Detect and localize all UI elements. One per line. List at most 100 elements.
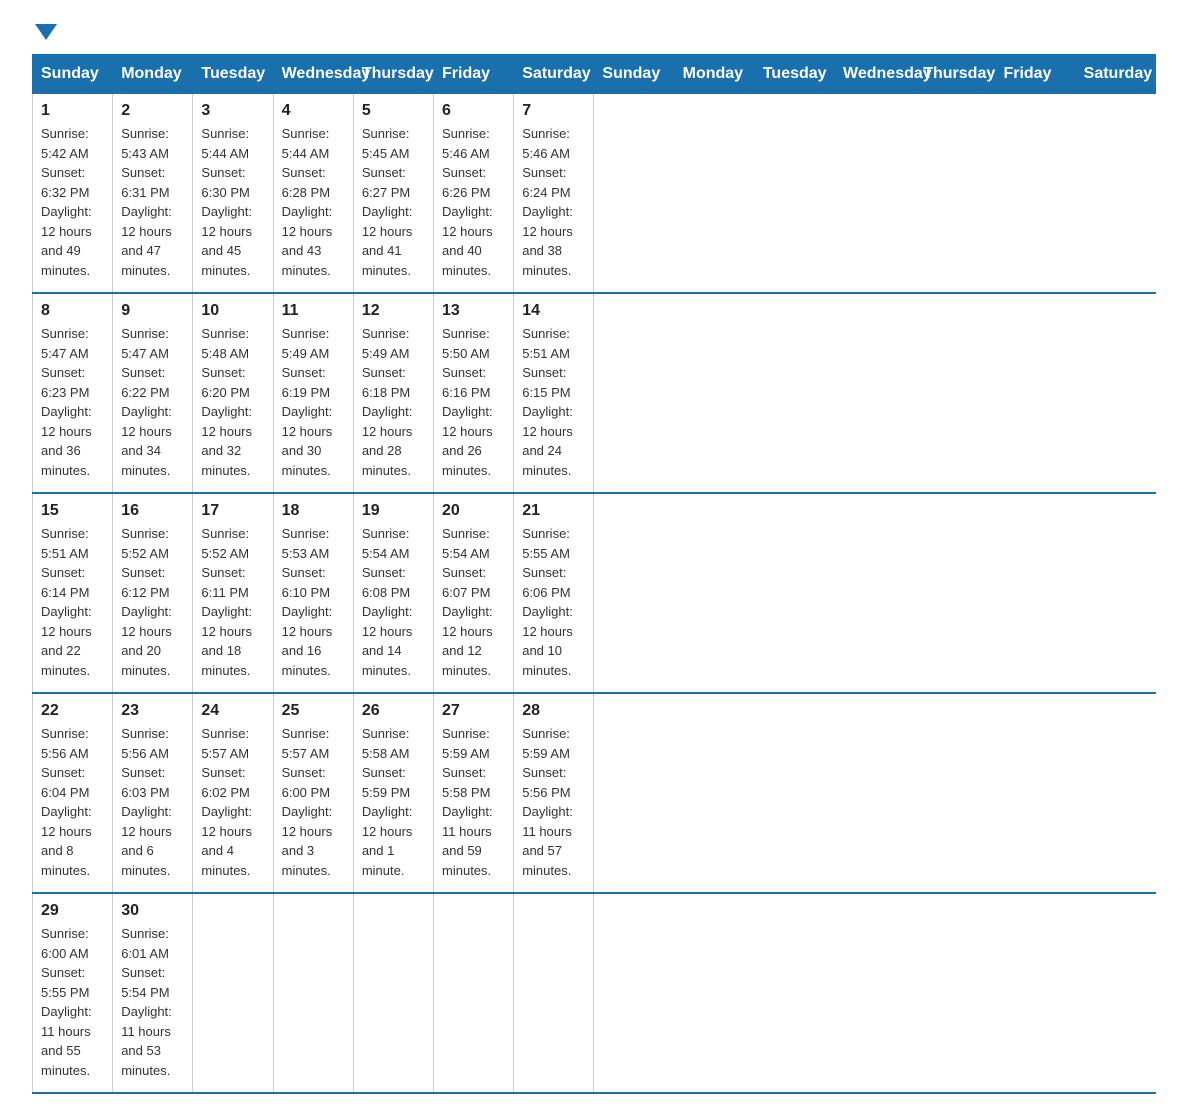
calendar-cell: 1 Sunrise: 5:42 AMSunset: 6:32 PMDayligh… xyxy=(33,94,113,294)
day-info: Sunrise: 6:01 AMSunset: 5:54 PMDaylight:… xyxy=(121,924,184,1080)
col-header-saturday: Saturday xyxy=(514,55,594,94)
col-header-tuesday: Tuesday xyxy=(754,55,834,94)
calendar-cell: 11 Sunrise: 5:49 AMSunset: 6:19 PMDaylig… xyxy=(273,293,353,493)
calendar-cell: 9 Sunrise: 5:47 AMSunset: 6:22 PMDayligh… xyxy=(113,293,193,493)
day-info: Sunrise: 5:56 AMSunset: 6:04 PMDaylight:… xyxy=(41,724,104,880)
calendar-cell: 29 Sunrise: 6:00 AMSunset: 5:55 PMDaylig… xyxy=(33,893,113,1093)
day-info: Sunrise: 5:44 AMSunset: 6:30 PMDaylight:… xyxy=(201,124,264,280)
calendar-cell: 2 Sunrise: 5:43 AMSunset: 6:31 PMDayligh… xyxy=(113,94,193,294)
calendar-cell: 21 Sunrise: 5:55 AMSunset: 6:06 PMDaylig… xyxy=(514,493,594,693)
day-number: 1 xyxy=(41,102,104,120)
col-header-thursday: Thursday xyxy=(915,55,995,94)
day-number: 30 xyxy=(121,902,184,920)
col-header-monday: Monday xyxy=(674,55,754,94)
day-number: 23 xyxy=(121,702,184,720)
day-number: 22 xyxy=(41,702,104,720)
col-header-wednesday: Wednesday xyxy=(835,55,915,94)
calendar-week-row: 29 Sunrise: 6:00 AMSunset: 5:55 PMDaylig… xyxy=(33,893,1156,1093)
logo xyxy=(32,24,57,38)
calendar-cell: 12 Sunrise: 5:49 AMSunset: 6:18 PMDaylig… xyxy=(353,293,433,493)
calendar-cell xyxy=(193,893,273,1093)
calendar-cell: 5 Sunrise: 5:45 AMSunset: 6:27 PMDayligh… xyxy=(353,94,433,294)
day-number: 5 xyxy=(362,102,425,120)
calendar-cell: 8 Sunrise: 5:47 AMSunset: 6:23 PMDayligh… xyxy=(33,293,113,493)
day-info: Sunrise: 5:49 AMSunset: 6:18 PMDaylight:… xyxy=(362,324,425,480)
day-number: 16 xyxy=(121,502,184,520)
day-number: 9 xyxy=(121,302,184,320)
calendar-cell: 26 Sunrise: 5:58 AMSunset: 5:59 PMDaylig… xyxy=(353,693,433,893)
logo-triangle-icon xyxy=(35,24,57,40)
day-info: Sunrise: 5:46 AMSunset: 6:24 PMDaylight:… xyxy=(522,124,585,280)
day-info: Sunrise: 5:58 AMSunset: 5:59 PMDaylight:… xyxy=(362,724,425,880)
day-number: 21 xyxy=(522,502,585,520)
day-info: Sunrise: 5:54 AMSunset: 6:07 PMDaylight:… xyxy=(442,524,505,680)
col-header-thursday: Thursday xyxy=(353,55,433,94)
day-info: Sunrise: 5:46 AMSunset: 6:26 PMDaylight:… xyxy=(442,124,505,280)
calendar-cell xyxy=(273,893,353,1093)
day-info: Sunrise: 5:42 AMSunset: 6:32 PMDaylight:… xyxy=(41,124,104,280)
day-info: Sunrise: 5:57 AMSunset: 6:00 PMDaylight:… xyxy=(282,724,345,880)
day-number: 17 xyxy=(201,502,264,520)
calendar-cell: 13 Sunrise: 5:50 AMSunset: 6:16 PMDaylig… xyxy=(434,293,514,493)
day-info: Sunrise: 5:47 AMSunset: 6:22 PMDaylight:… xyxy=(121,324,184,480)
col-header-wednesday: Wednesday xyxy=(273,55,353,94)
day-info: Sunrise: 5:59 AMSunset: 5:58 PMDaylight:… xyxy=(442,724,505,880)
calendar-cell: 19 Sunrise: 5:54 AMSunset: 6:08 PMDaylig… xyxy=(353,493,433,693)
day-number: 11 xyxy=(282,302,345,320)
col-header-sunday: Sunday xyxy=(594,55,674,94)
day-info: Sunrise: 5:55 AMSunset: 6:06 PMDaylight:… xyxy=(522,524,585,680)
day-info: Sunrise: 5:53 AMSunset: 6:10 PMDaylight:… xyxy=(282,524,345,680)
calendar-cell: 10 Sunrise: 5:48 AMSunset: 6:20 PMDaylig… xyxy=(193,293,273,493)
page-header xyxy=(32,24,1156,38)
calendar-week-row: 15 Sunrise: 5:51 AMSunset: 6:14 PMDaylig… xyxy=(33,493,1156,693)
calendar-cell: 17 Sunrise: 5:52 AMSunset: 6:11 PMDaylig… xyxy=(193,493,273,693)
calendar-cell: 7 Sunrise: 5:46 AMSunset: 6:24 PMDayligh… xyxy=(514,94,594,294)
day-info: Sunrise: 5:51 AMSunset: 6:15 PMDaylight:… xyxy=(522,324,585,480)
day-info: Sunrise: 5:49 AMSunset: 6:19 PMDaylight:… xyxy=(282,324,345,480)
calendar-cell: 15 Sunrise: 5:51 AMSunset: 6:14 PMDaylig… xyxy=(33,493,113,693)
day-number: 24 xyxy=(201,702,264,720)
day-number: 27 xyxy=(442,702,505,720)
day-number: 10 xyxy=(201,302,264,320)
col-header-sunday: Sunday xyxy=(33,55,113,94)
calendar-cell: 24 Sunrise: 5:57 AMSunset: 6:02 PMDaylig… xyxy=(193,693,273,893)
col-header-monday: Monday xyxy=(113,55,193,94)
day-number: 14 xyxy=(522,302,585,320)
calendar-cell: 30 Sunrise: 6:01 AMSunset: 5:54 PMDaylig… xyxy=(113,893,193,1093)
calendar-cell: 4 Sunrise: 5:44 AMSunset: 6:28 PMDayligh… xyxy=(273,94,353,294)
calendar-cell xyxy=(514,893,594,1093)
day-number: 2 xyxy=(121,102,184,120)
day-info: Sunrise: 5:57 AMSunset: 6:02 PMDaylight:… xyxy=(201,724,264,880)
day-info: Sunrise: 5:50 AMSunset: 6:16 PMDaylight:… xyxy=(442,324,505,480)
calendar-cell: 14 Sunrise: 5:51 AMSunset: 6:15 PMDaylig… xyxy=(514,293,594,493)
calendar-cell: 25 Sunrise: 5:57 AMSunset: 6:00 PMDaylig… xyxy=(273,693,353,893)
day-info: Sunrise: 5:45 AMSunset: 6:27 PMDaylight:… xyxy=(362,124,425,280)
day-number: 4 xyxy=(282,102,345,120)
col-header-tuesday: Tuesday xyxy=(193,55,273,94)
calendar-cell: 20 Sunrise: 5:54 AMSunset: 6:07 PMDaylig… xyxy=(434,493,514,693)
day-info: Sunrise: 5:43 AMSunset: 6:31 PMDaylight:… xyxy=(121,124,184,280)
day-number: 3 xyxy=(201,102,264,120)
day-info: Sunrise: 5:52 AMSunset: 6:12 PMDaylight:… xyxy=(121,524,184,680)
day-number: 18 xyxy=(282,502,345,520)
calendar-cell: 23 Sunrise: 5:56 AMSunset: 6:03 PMDaylig… xyxy=(113,693,193,893)
col-header-friday: Friday xyxy=(995,55,1075,94)
day-number: 12 xyxy=(362,302,425,320)
calendar-cell xyxy=(353,893,433,1093)
calendar-table: SundayMondayTuesdayWednesdayThursdayFrid… xyxy=(32,54,1156,1094)
day-info: Sunrise: 5:54 AMSunset: 6:08 PMDaylight:… xyxy=(362,524,425,680)
day-number: 25 xyxy=(282,702,345,720)
calendar-cell: 6 Sunrise: 5:46 AMSunset: 6:26 PMDayligh… xyxy=(434,94,514,294)
calendar-week-row: 1 Sunrise: 5:42 AMSunset: 6:32 PMDayligh… xyxy=(33,94,1156,294)
calendar-cell xyxy=(434,893,514,1093)
day-number: 26 xyxy=(362,702,425,720)
day-number: 13 xyxy=(442,302,505,320)
day-number: 19 xyxy=(362,502,425,520)
day-info: Sunrise: 5:51 AMSunset: 6:14 PMDaylight:… xyxy=(41,524,104,680)
calendar-week-row: 8 Sunrise: 5:47 AMSunset: 6:23 PMDayligh… xyxy=(33,293,1156,493)
day-info: Sunrise: 5:44 AMSunset: 6:28 PMDaylight:… xyxy=(282,124,345,280)
day-number: 15 xyxy=(41,502,104,520)
calendar-week-row: 22 Sunrise: 5:56 AMSunset: 6:04 PMDaylig… xyxy=(33,693,1156,893)
day-number: 20 xyxy=(442,502,505,520)
day-info: Sunrise: 6:00 AMSunset: 5:55 PMDaylight:… xyxy=(41,924,104,1080)
